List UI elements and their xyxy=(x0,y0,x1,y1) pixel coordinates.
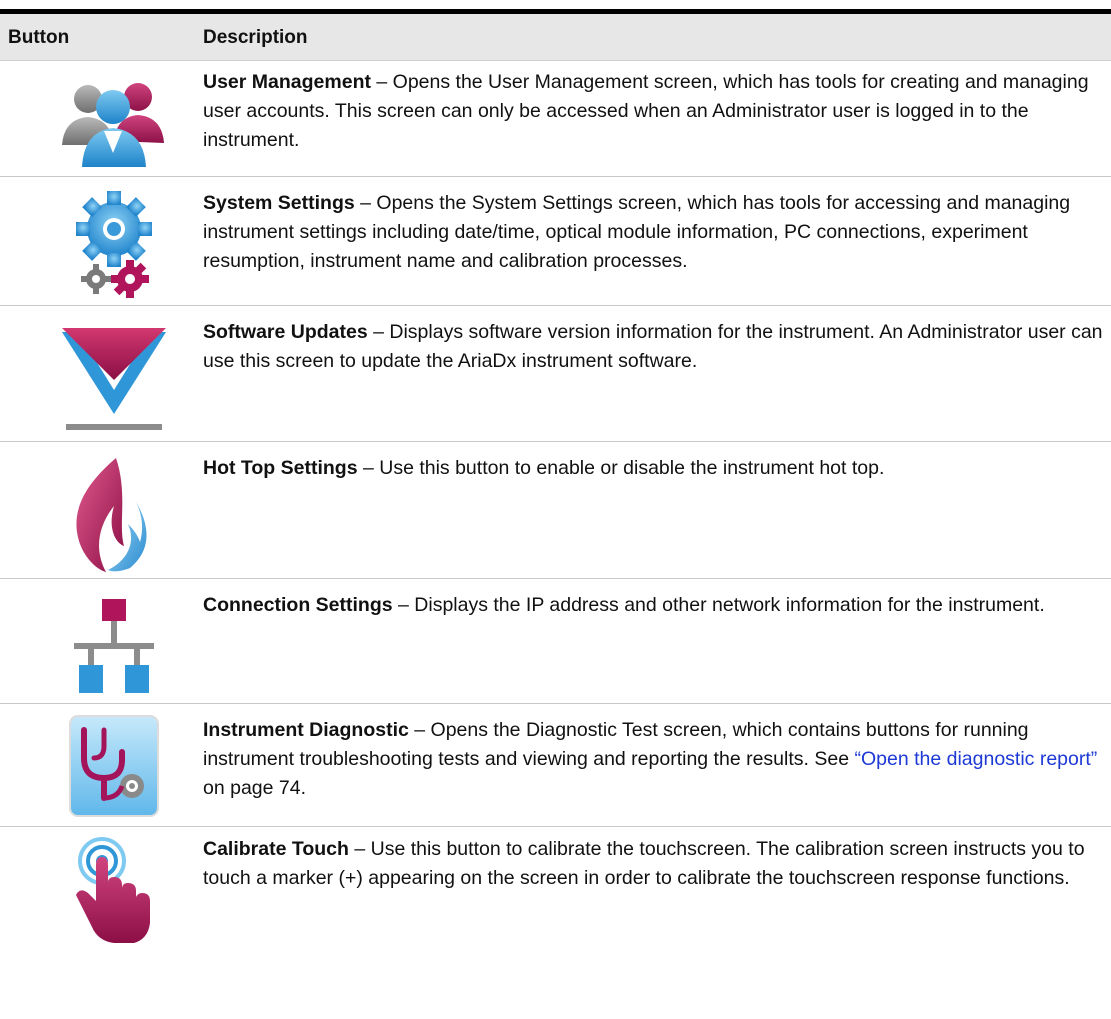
row-title: User Management xyxy=(203,71,371,93)
table-row-instrument-diagnostic: Instrument Diagnostic – Opens the Diagno… xyxy=(0,704,1111,827)
row-description: Hot Top Settings – Use this button to en… xyxy=(203,457,885,479)
table-row-user-management: User Management – Opens the User Managem… xyxy=(0,61,1111,177)
connection-settings-icon[interactable] xyxy=(58,587,170,699)
row-description: Software Updates – Displays software ver… xyxy=(203,321,1103,372)
header-button: Button xyxy=(8,27,70,48)
diagnostic-report-link[interactable]: “Open the diagnostic report” xyxy=(854,748,1097,770)
row-title: System Settings xyxy=(203,192,355,214)
row-description: User Management – Opens the User Managem… xyxy=(203,71,1089,151)
table-row-hot-top-settings: Hot Top Settings – Use this button to en… xyxy=(0,442,1111,579)
row-title: Calibrate Touch xyxy=(203,838,349,860)
row-title: Connection Settings xyxy=(203,594,393,616)
table-row-calibrate-touch: Calibrate Touch – Use this button to cal… xyxy=(0,827,1111,1018)
row-text: Displays the IP address and other networ… xyxy=(414,594,1045,616)
row-description: Calibrate Touch – Use this button to cal… xyxy=(203,838,1085,889)
row-description: Instrument Diagnostic – Opens the Diagno… xyxy=(203,719,1098,799)
page-reference: on page 74. xyxy=(203,777,307,799)
table-row-software-updates: Software Updates – Displays software ver… xyxy=(0,306,1111,442)
row-text: Use this button to enable or disable the… xyxy=(379,457,885,479)
software-updates-icon[interactable] xyxy=(58,318,170,436)
table-row-connection-settings: Connection Settings – Displays the IP ad… xyxy=(0,579,1111,704)
hot-top-icon[interactable] xyxy=(58,452,170,574)
table-header: Button Description xyxy=(0,14,1111,61)
row-description: Connection Settings – Displays the IP ad… xyxy=(203,594,1045,616)
user-management-icon[interactable] xyxy=(58,71,170,171)
instrument-diagnostic-icon[interactable] xyxy=(58,712,170,820)
table-row-system-settings: System Settings – Opens the System Setti… xyxy=(0,177,1111,306)
header-description: Description xyxy=(203,27,308,48)
row-description: System Settings – Opens the System Setti… xyxy=(203,192,1071,272)
system-settings-icon[interactable] xyxy=(58,187,170,299)
row-title: Software Updates xyxy=(203,321,368,343)
calibrate-touch-icon[interactable] xyxy=(58,831,170,951)
row-title: Hot Top Settings xyxy=(203,457,358,479)
row-title: Instrument Diagnostic xyxy=(203,719,409,741)
